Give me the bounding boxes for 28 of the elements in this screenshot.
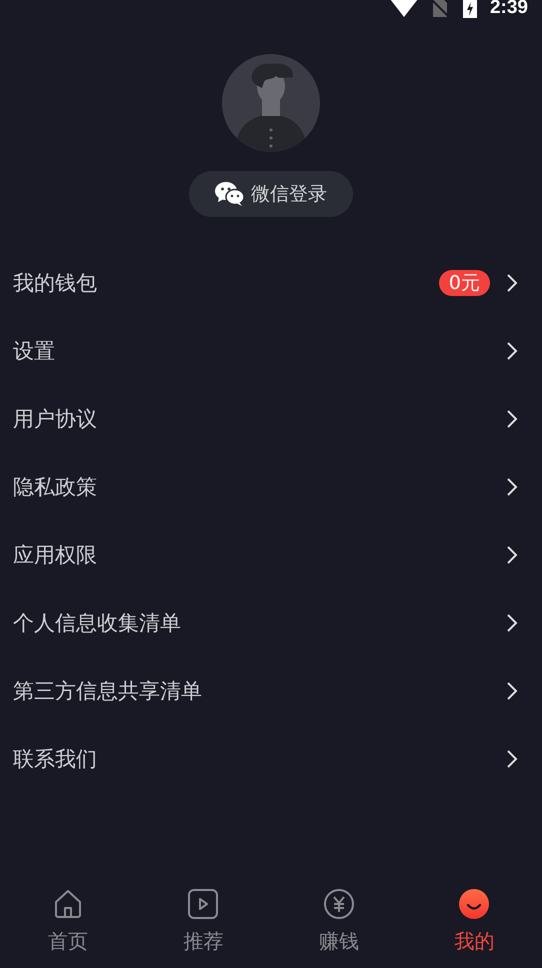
wechat-login-button[interactable]: 微信登录 [189,171,353,217]
tab[interactable]: 推荐 [136,868,271,968]
play-icon [187,888,220,920]
menu-item[interactable]: 应用权限 [0,521,542,589]
menu-item[interactable]: 第三方信息共享清单 [0,657,542,725]
wifi-icon [390,0,418,17]
menu-item[interactable]: 用户协议 [0,385,542,453]
chevron-right-icon [506,681,518,701]
chevron-right-icon [506,273,518,293]
balance-badge: 0元 [438,270,490,296]
smile-icon [458,888,490,920]
tab[interactable]: 赚钱 [271,868,406,968]
chevron-right-icon [506,749,518,769]
status-time: 2:39 [490,0,528,19]
tab[interactable]: 首页 [0,868,136,968]
wechat-icon [215,182,245,206]
chevron-right-icon [506,409,518,429]
menu-item[interactable]: 隐私政策 [0,453,542,521]
menu-item[interactable]: 联系我们 [0,725,542,793]
menu-item[interactable]: 个人信息收集清单 [0,589,542,657]
chevron-right-icon [506,613,518,633]
tab[interactable]: 我的 [406,868,542,968]
chevron-right-icon [506,341,518,361]
chevron-right-icon [506,477,518,497]
menu-item[interactable]: 我的钱包 0元 [0,249,542,317]
chevron-right-icon [506,545,518,565]
menu-item[interactable]: 设置 [0,317,542,385]
yen-coin-icon [322,888,355,920]
